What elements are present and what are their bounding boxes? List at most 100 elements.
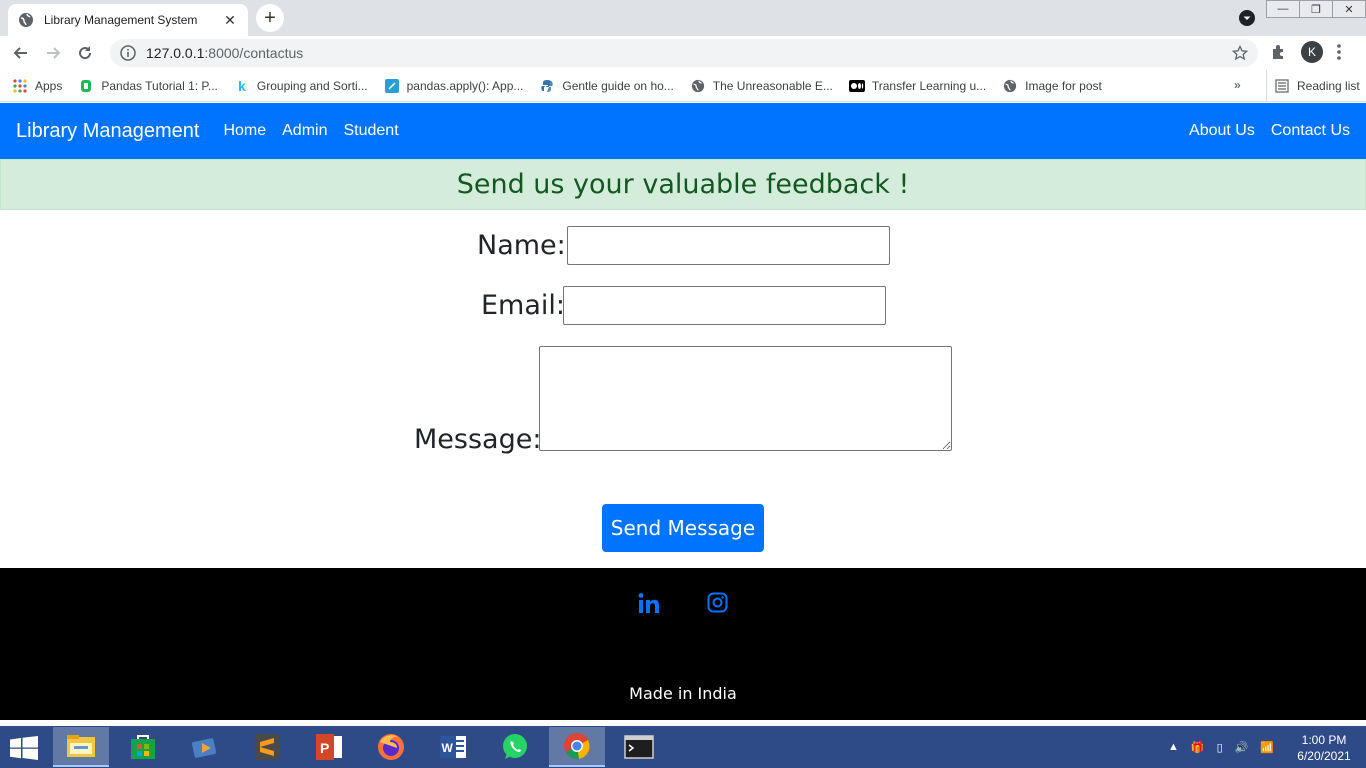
battery-icon[interactable]: ▯ <box>1217 741 1223 754</box>
feedback-heading: Send us your valuable feedback ! <box>456 169 910 200</box>
whatsapp-icon <box>503 734 527 759</box>
taskbar-chrome[interactable] <box>549 727 605 767</box>
bookmark-pandas-tutorial[interactable]: Pandas Tutorial 1: P... <box>78 78 218 94</box>
word-icon: W <box>440 736 466 758</box>
nav-right-group: About Us Contact Us <box>1173 122 1350 140</box>
nav-link-student[interactable]: Student <box>343 122 398 140</box>
site-brand[interactable]: Library Management <box>16 120 199 143</box>
volume-icon[interactable]: 🔊 <box>1235 741 1249 754</box>
reading-list-icon <box>1275 79 1289 93</box>
send-message-button[interactable]: Send Message <box>602 504 764 552</box>
taskbar-word[interactable]: W <box>425 727 481 767</box>
name-label: Name: <box>477 230 566 261</box>
window-controls: — ❐ ✕ <box>1266 0 1366 20</box>
bookmark-transfer-learning[interactable]: Transfer Learning u... <box>848 78 986 94</box>
bookmark-apps[interactable]: Apps <box>12 78 62 94</box>
reload-button[interactable] <box>70 38 100 68</box>
taskbar-sublime[interactable] <box>239 727 295 767</box>
k-icon: k <box>237 77 246 94</box>
linkedin-icon[interactable] <box>638 592 660 614</box>
tab-search-button[interactable] <box>1236 7 1258 29</box>
taskbar-terminal[interactable] <box>611 727 667 767</box>
bookmark-unreasonable[interactable]: The Unreasonable E... <box>690 78 833 94</box>
browser-tab-bar: Library Management System ✕ + — ❐ ✕ <box>0 0 1366 36</box>
python-icon <box>539 78 555 94</box>
taskbar-powerpoint[interactable]: P <box>301 727 357 767</box>
bookmarks-more-button[interactable]: » <box>1234 78 1241 92</box>
medium-icon <box>848 78 865 94</box>
name-input[interactable] <box>567 226 890 265</box>
clock-time: 1:00 PM <box>1301 733 1347 747</box>
back-button[interactable] <box>6 38 36 68</box>
chrome-icon <box>564 733 590 760</box>
tray-gift-icon[interactable]: 🎁 <box>1191 741 1205 754</box>
profile-avatar[interactable]: K <box>1301 41 1323 63</box>
nav-link-contact-us[interactable]: Contact Us <box>1271 122 1350 140</box>
store-icon <box>131 735 155 759</box>
browser-toolbar: 127.0.0.1:8000/contactus K <box>0 36 1366 70</box>
code-icon <box>384 78 400 94</box>
svg-text:W: W <box>442 741 454 755</box>
message-label: Message: <box>414 424 542 455</box>
system-tray: ▲ 🎁 ▯ 🔊 📶 <box>1168 726 1286 768</box>
kebab-menu-icon[interactable] <box>1336 43 1342 61</box>
address-bar[interactable]: 127.0.0.1:8000/contactus <box>110 39 1258 67</box>
site-footer: Made in India <box>0 568 1366 720</box>
taskbar-whatsapp[interactable] <box>487 727 543 767</box>
arrow-left-icon <box>13 47 27 59</box>
svg-text:P: P <box>320 740 329 756</box>
pandas-icon <box>78 78 94 94</box>
powerpoint-icon: P <box>316 734 342 760</box>
info-icon[interactable] <box>120 45 136 61</box>
instagram-icon[interactable] <box>707 592 728 613</box>
tab-title: Library Management System <box>44 13 198 27</box>
new-tab-button[interactable]: + <box>256 4 284 32</box>
nav-link-about-us[interactable]: About Us <box>1189 122 1255 140</box>
maximize-button[interactable]: ❐ <box>1299 0 1333 18</box>
email-label: Email: <box>481 290 566 321</box>
taskbar-media[interactable] <box>177 727 233 767</box>
bookmark-gentle-guide[interactable]: Gentle guide on ho... <box>539 78 674 94</box>
forward-button[interactable] <box>38 38 68 68</box>
file-explorer-icon <box>67 735 95 757</box>
browser-tab[interactable]: Library Management System ✕ <box>8 4 248 36</box>
globe-icon <box>690 78 706 94</box>
windows-taskbar: P W ▲ 🎁 ▯ 🔊 📶 1:00 PM 6/20/2021 <box>0 726 1366 768</box>
email-input[interactable] <box>563 286 886 325</box>
globe-icon <box>19 13 33 27</box>
media-icon <box>191 738 217 758</box>
firefox-icon <box>378 734 404 760</box>
close-window-button[interactable]: ✕ <box>1332 0 1366 18</box>
globe-icon <box>1002 78 1018 94</box>
tab-close-icon[interactable]: ✕ <box>222 12 238 29</box>
terminal-icon <box>624 735 654 759</box>
sublime-icon <box>255 734 279 760</box>
star-icon[interactable] <box>1232 45 1248 61</box>
taskbar-store[interactable] <box>115 727 171 767</box>
reload-icon <box>79 46 92 60</box>
made-in-india-text: Made in India <box>629 684 737 703</box>
taskbar-clock[interactable]: 1:00 PM 6/20/2021 <box>1290 732 1358 764</box>
nav-link-home[interactable]: Home <box>223 122 266 140</box>
chevron-down-icon <box>1239 10 1255 26</box>
taskbar-file-explorer[interactable] <box>53 727 109 767</box>
clock-date: 6/20/2021 <box>1297 749 1351 763</box>
reading-list-button[interactable]: Reading list <box>1266 70 1360 102</box>
tray-chevron-up-icon[interactable]: ▲ <box>1168 741 1179 753</box>
bookmark-pandas-apply[interactable]: pandas.apply(): App... <box>384 78 523 94</box>
bookmarks-bar: Apps Pandas Tutorial 1: P... k Grouping … <box>0 70 1366 102</box>
extensions-icon[interactable] <box>1270 43 1288 61</box>
nav-link-admin[interactable]: Admin <box>282 122 327 140</box>
windows-start-icon[interactable] <box>10 736 38 760</box>
network-icon[interactable]: 📶 <box>1260 741 1274 754</box>
minimize-button[interactable]: — <box>1266 0 1300 18</box>
feedback-banner: Send us your valuable feedback ! <box>0 159 1366 210</box>
message-textarea[interactable] <box>539 346 952 451</box>
apps-grid-icon <box>12 78 28 94</box>
taskbar-firefox[interactable] <box>363 727 419 767</box>
url-text: 127.0.0.1:8000/contactus <box>146 45 304 61</box>
bookmark-grouping-sorting[interactable]: k Grouping and Sorti... <box>234 78 368 94</box>
bookmark-image-for-post[interactable]: Image for post <box>1002 78 1102 94</box>
arrow-right-icon <box>47 47 61 59</box>
site-navbar: Library Management Home Admin Student Ab… <box>0 103 1366 159</box>
